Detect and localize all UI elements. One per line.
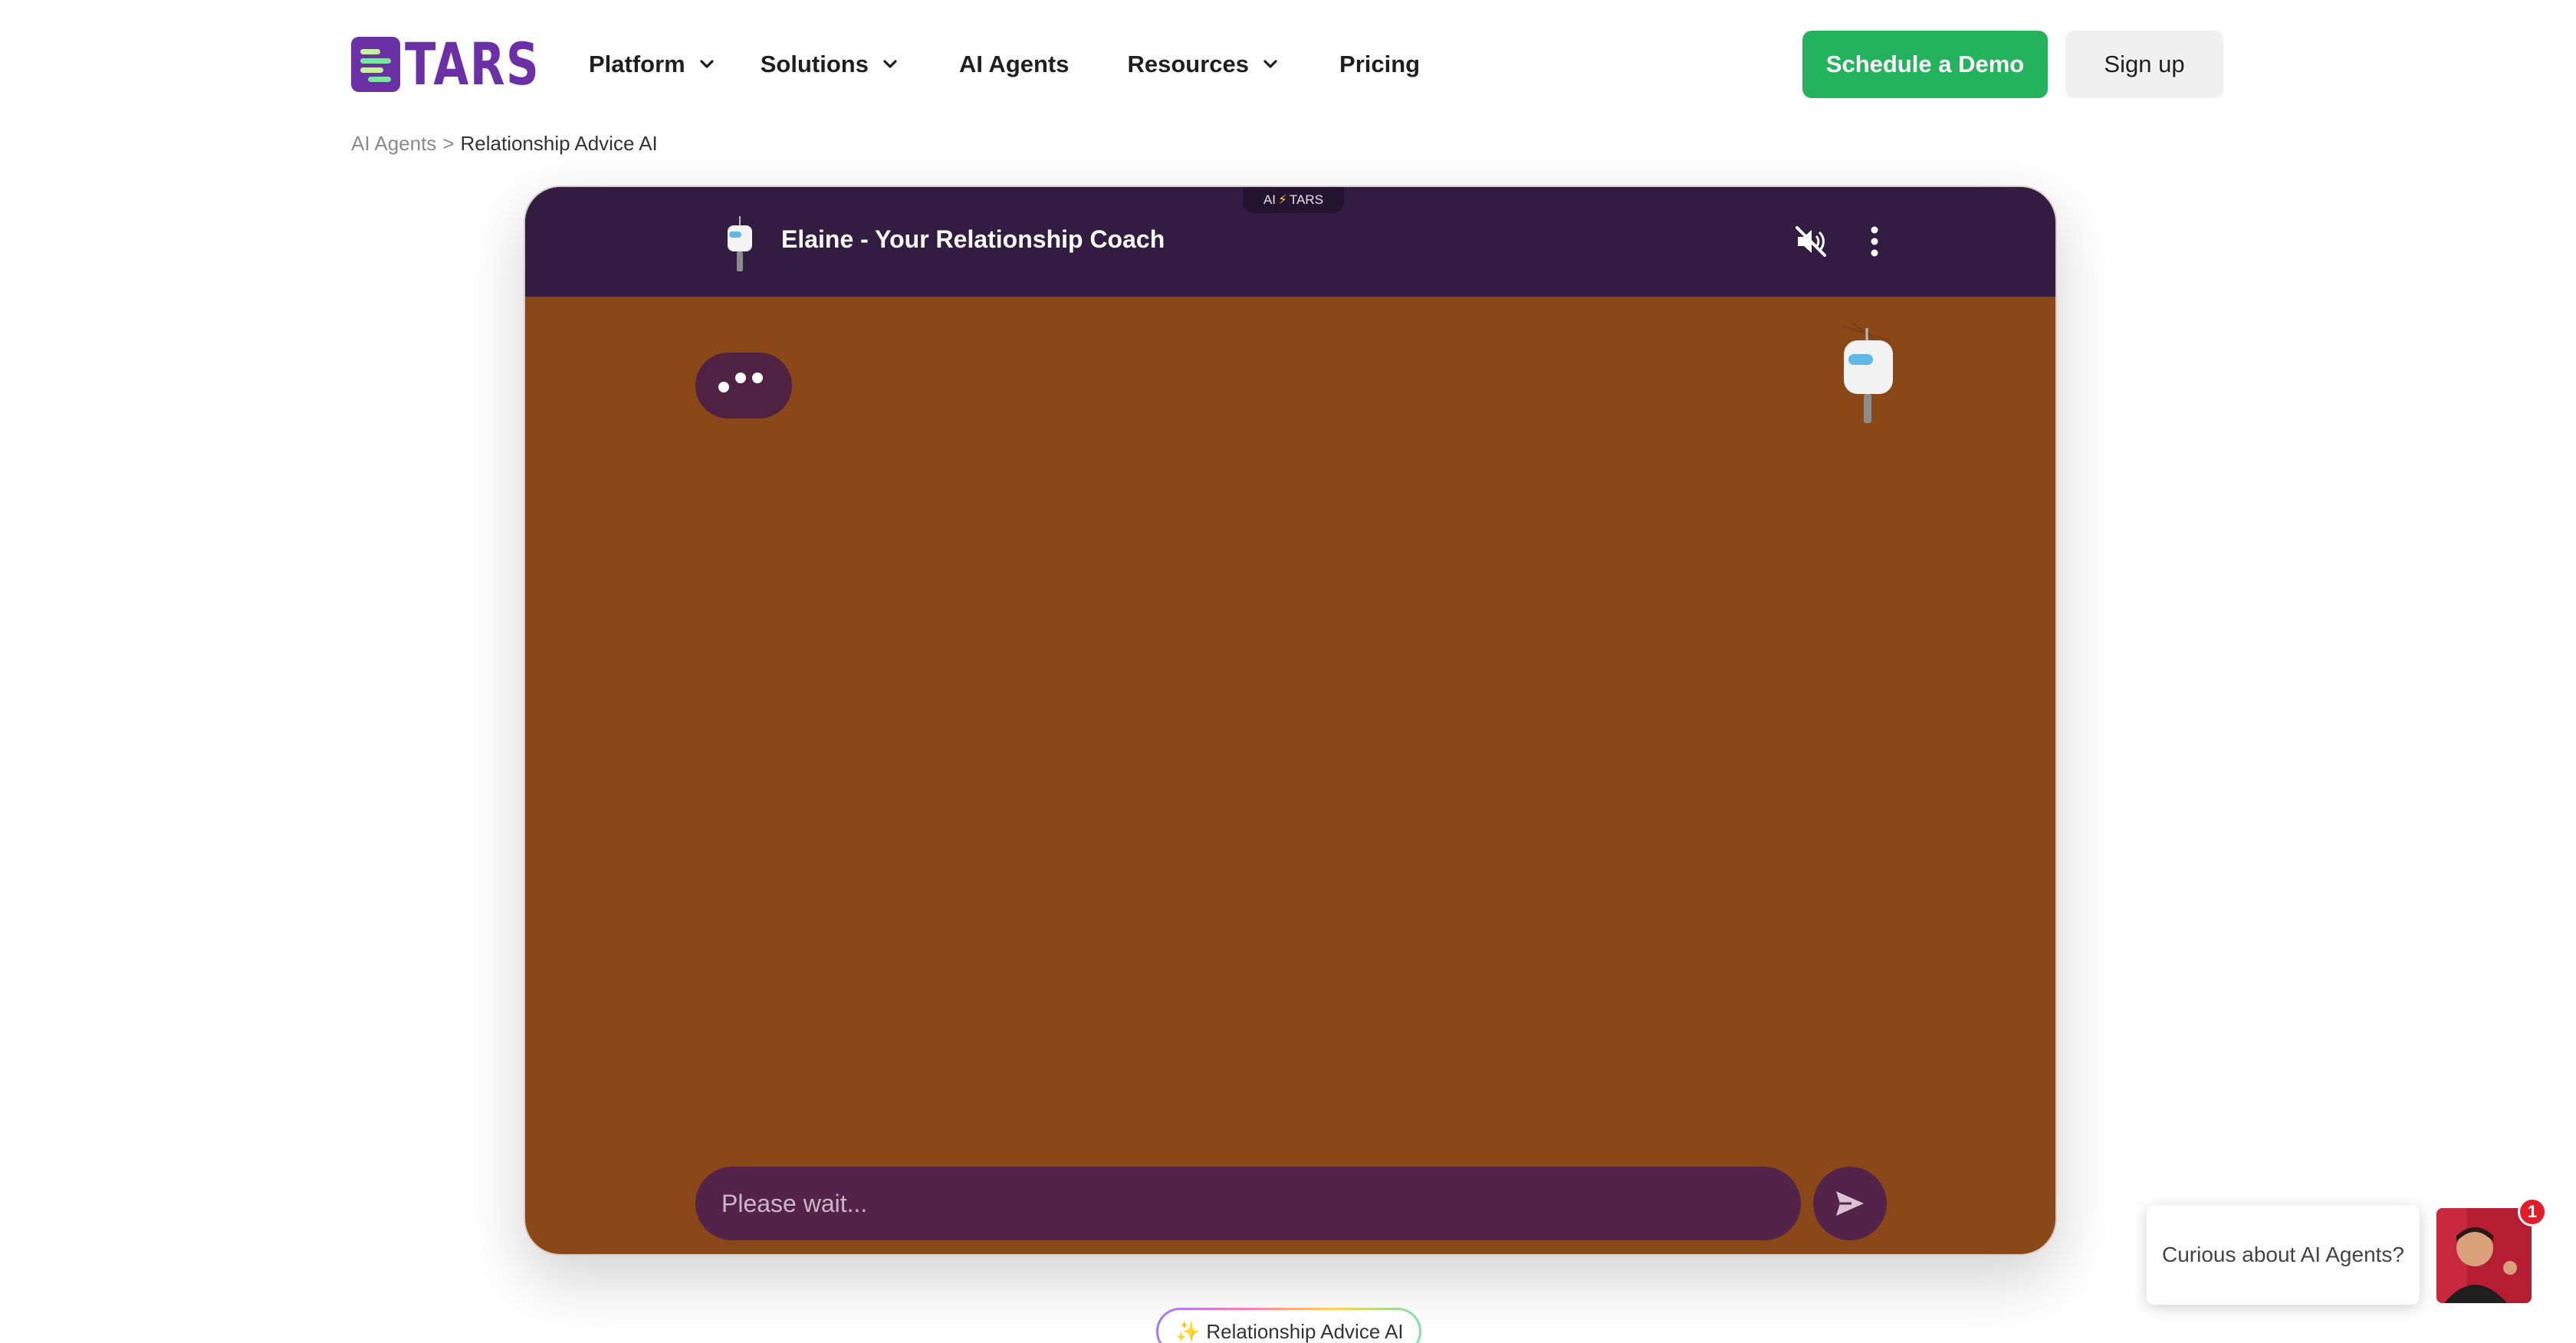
nav-ai-agents[interactable]: AI Agents [959, 51, 1070, 78]
send-icon [1836, 1191, 1864, 1216]
nav-resources[interactable]: Resources [1128, 51, 1280, 78]
nav-pricing-label: Pricing [1339, 51, 1421, 77]
chevron-down-icon [1263, 60, 1277, 68]
nav-resources-label: Resources [1127, 51, 1250, 77]
agent-category-tag: ✨ Relationship Advice AI [1156, 1308, 1421, 1343]
agent-category-label: Relationship Advice AI [1206, 1319, 1404, 1343]
sign-up-button[interactable]: Sign up [2065, 31, 2223, 98]
powered-prefix: AI [1263, 192, 1276, 207]
breadcrumb-ai-agents-link[interactable]: AI Agents [351, 132, 436, 156]
typing-indicator [695, 353, 792, 419]
lightning-icon: ⚡ [1278, 192, 1287, 207]
nav-solutions[interactable]: Solutions [761, 51, 899, 78]
nav-platform-label: Platform [589, 51, 685, 77]
more-options-icon[interactable] [1867, 222, 1882, 261]
nav-solutions-label: Solutions [760, 51, 869, 77]
message-input-container [695, 1167, 1801, 1240]
volume-mute-icon[interactable] [1793, 224, 1829, 259]
sparkle-icon: ✨ [1175, 1319, 1201, 1343]
promo-avatar[interactable] [2436, 1208, 2532, 1303]
chat-title: Elaine - Your Relationship Coach [781, 225, 1165, 253]
nav-ai-agents-label: AI Agents [958, 51, 1070, 77]
breadcrumb: AI Agents > Relationship Advice AI [351, 132, 658, 156]
logo-text: TARS [405, 30, 540, 98]
chevron-down-icon [700, 60, 714, 68]
robot-mascot-icon [1843, 321, 1893, 423]
chevron-down-icon [883, 60, 897, 68]
chat-header: AI ⚡ TARS Elaine - Your Relationship Coa… [525, 187, 2055, 297]
breadcrumb-current: Relationship Advice AI [460, 132, 658, 155]
site-header: TARS Platform Solutions AI Agents Resour… [0, 0, 2576, 129]
send-button[interactable] [1813, 1167, 1887, 1240]
breadcrumb-separator: > [442, 132, 455, 155]
logo-mark-icon [351, 37, 400, 92]
powered-suffix: TARS [1289, 192, 1324, 207]
message-input[interactable] [721, 1189, 1801, 1218]
promo-message-text: Curious about AI Agents? [2162, 1243, 2404, 1267]
schedule-demo-button[interactable]: Schedule a Demo [1802, 31, 2048, 98]
chat-widget: AI ⚡ TARS Elaine - Your Relationship Coa… [524, 186, 2057, 1256]
notification-badge: 1 [2518, 1197, 2547, 1226]
promo-message-card[interactable]: Curious about AI Agents? [2147, 1205, 2420, 1305]
powered-by-badge: AI ⚡ TARS [1243, 187, 1344, 213]
bot-avatar-icon [728, 216, 752, 271]
nav-platform[interactable]: Platform [589, 51, 716, 78]
main-nav: Platform Solutions AI Agents Resources P… [589, 46, 1420, 83]
nav-pricing[interactable]: Pricing [1339, 51, 1420, 78]
person-avatar-icon [2436, 1208, 2532, 1303]
tars-logo[interactable]: TARS [351, 35, 578, 94]
